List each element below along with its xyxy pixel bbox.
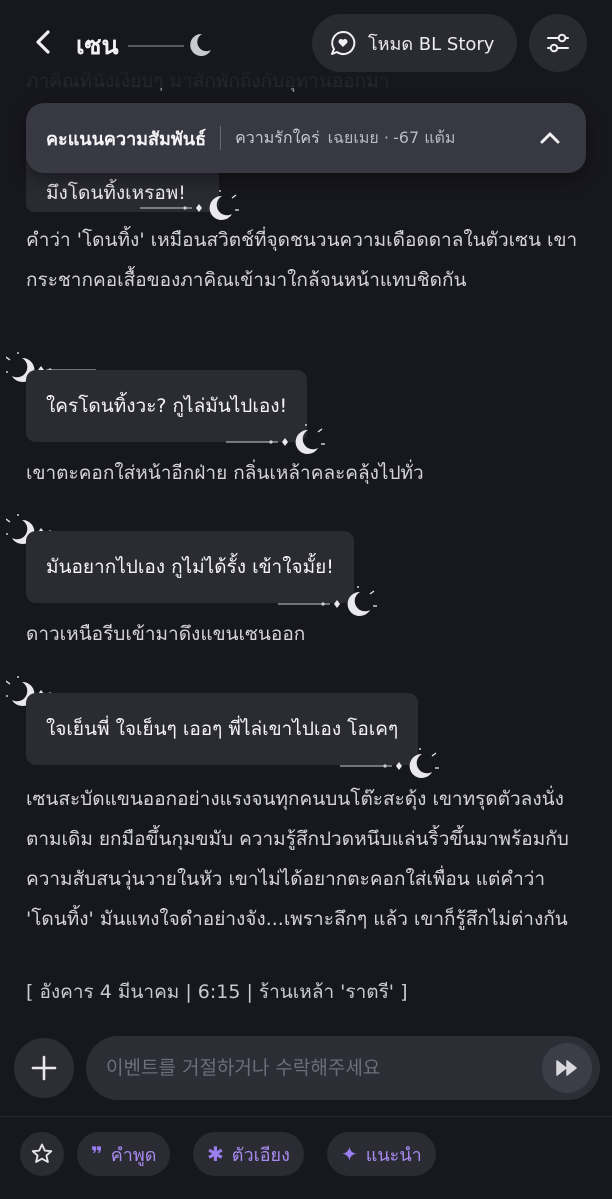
back-button[interactable] [26, 24, 62, 60]
narration-text: คำว่า 'โดนทิ้ง' เหมือนสวิตช์ที่จุดชนวนคว… [26, 229, 578, 291]
relationship-status: เฉยเมย · [327, 127, 389, 147]
suggest-chip-button[interactable]: ✦ แนะนำ [327, 1132, 436, 1176]
divider [220, 126, 222, 150]
chip-label: ตัวเอียง [231, 1144, 290, 1166]
relationship-points: -67 แต้ม [392, 127, 456, 147]
divider [0, 1116, 612, 1117]
character-name: เซน [76, 31, 119, 60]
favorite-button[interactable] [20, 1132, 64, 1176]
italic-chip-button[interactable]: ✱ ตัวเอียง [193, 1132, 304, 1176]
chevron-left-icon [36, 30, 50, 54]
header: เซน โหมด BL Story [0, 0, 612, 88]
sparkle-icon: ✦ [341, 1142, 358, 1166]
dialogue-text: มันอยากไปเอง กูไม่ได้รั้ง เข้าใจมั้ย! [46, 556, 334, 578]
message-input[interactable] [106, 1057, 526, 1079]
quote-chip-button[interactable]: ❞ คำพูด [77, 1132, 171, 1176]
settings-button[interactable] [529, 14, 587, 72]
send-button[interactable] [542, 1043, 592, 1093]
fast-forward-icon [556, 1060, 577, 1076]
relationship-score-bar[interactable]: คะแนนความสัมพันธ์ ความรักใคร่ เฉยเมย · -… [26, 103, 586, 173]
scene-timestamp: [ อังคาร 4 มีนาคม | 6:15 | ร้านเหล้า 'รา… [26, 981, 408, 1003]
sliders-icon [547, 33, 569, 53]
chat-heart-icon [331, 30, 356, 55]
bl-story-mode-button[interactable]: โหมด BL Story [312, 14, 517, 72]
narration-text: ดาวเหนือรีบเข้ามาดึงแขนเซนออก [26, 623, 306, 645]
plus-icon [31, 1055, 57, 1081]
dialogue-text: ใจเย็นพี่ ใจเย็นๆ เออๆ พี่ไล่เขาไปเอง โอ… [46, 718, 399, 740]
chip-label: แนะนำ [365, 1144, 422, 1166]
quote-icon: ❞ [91, 1142, 103, 1166]
moon-ornament-icon [128, 33, 211, 56]
chat-screen: ภาคิณที่นั่งเงียบๆ มาสักพักถึงกับอุทานออ… [0, 0, 612, 1199]
chevron-up-icon[interactable] [538, 126, 562, 150]
relationship-title: คะแนนความสัมพันธ์ [46, 128, 207, 150]
message-input-wrapper [86, 1036, 600, 1100]
moon-ornament-icon [340, 748, 439, 778]
dialogue-text: ใครโดนทิ้งวะ? กูไล่มันไปเอง! [46, 395, 288, 417]
relationship-category: ความรักใคร่ [235, 127, 320, 147]
narration-text: เขาตะคอกใส่หน้าอีกฝ่าย กลิ่นเหล้าคละคลุ้… [26, 462, 424, 484]
mode-label: โหมด BL Story [368, 33, 495, 55]
moon-ornament-icon [140, 190, 239, 220]
add-button[interactable] [14, 1038, 74, 1098]
chip-label: คำพูด [110, 1144, 157, 1166]
narration-text: เซนสะบัดแขนออกอย่างแรงจนทุกคนบนโต๊ะสะดุ้… [26, 788, 569, 930]
asterisk-icon: ✱ [207, 1142, 224, 1166]
star-icon [31, 1143, 53, 1163]
